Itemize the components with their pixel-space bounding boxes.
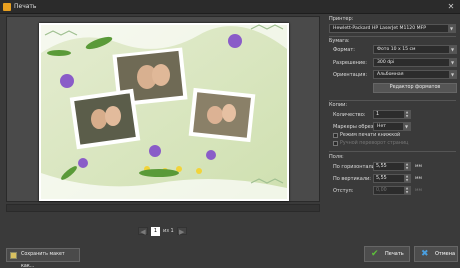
divider xyxy=(329,36,456,37)
format-label: Формат: xyxy=(333,47,355,53)
quantity-value: 1 xyxy=(376,112,380,117)
title-bar: Печать ✕ xyxy=(0,0,460,14)
copies-section-label: Копии: xyxy=(329,102,348,108)
save-layout-icon xyxy=(10,252,17,259)
unit-label: мм xyxy=(415,176,422,181)
settings-panel: Принтер: Hewlett-Packard HP LaserJet M11… xyxy=(327,16,458,242)
crop-marks-value: Нет xyxy=(377,124,386,129)
printer-select[interactable]: Hewlett-Packard HP LaserJet M1120 MFP ▼ xyxy=(329,24,456,33)
chevron-down-icon: ▼ xyxy=(448,25,455,32)
prev-page-icon[interactable]: ◀ xyxy=(138,227,148,236)
resolution-select[interactable]: 300 dpi ▼ xyxy=(373,58,457,67)
horizontal-margin-value: 5,55 xyxy=(376,164,387,169)
print-button[interactable]: ✔ Печать xyxy=(364,246,410,262)
quantity-stepper[interactable]: 1 ▲ ▼ xyxy=(373,110,411,119)
print-preview xyxy=(6,16,320,202)
save-layout-label: Сохранить макет как... xyxy=(21,252,65,268)
vertical-margin-value: 5,55 xyxy=(376,176,387,181)
margins-section-label: Поля: xyxy=(329,154,344,160)
indent-stepper[interactable]: 0,00 ▲ ▼ xyxy=(373,186,411,195)
format-select[interactable]: Фото 10 x 15 см ▼ xyxy=(373,45,457,54)
quantity-label: Количество: xyxy=(333,112,366,118)
checkbox-box[interactable] xyxy=(333,133,338,138)
app-icon xyxy=(3,3,11,11)
spin-arrows-icon[interactable]: ▲ ▼ xyxy=(404,162,410,170)
printer-section-label: Принтер: xyxy=(329,16,354,22)
vertical-margin-stepper[interactable]: 5,55 ▲ ▼ xyxy=(373,174,411,183)
print-label: Печать xyxy=(385,251,404,257)
spin-arrows-icon[interactable]: ▲ ▼ xyxy=(404,110,410,118)
cancel-label: Отмена xyxy=(435,251,456,257)
format-select-value: Фото 10 x 15 см xyxy=(377,47,416,52)
spin-arrows-icon[interactable]: ▲ ▼ xyxy=(404,174,410,182)
page-navigator: ◀ 1 из 1 ▶ xyxy=(138,225,187,237)
book-mode-label: Режим печати книжкой xyxy=(340,133,401,138)
page-count-label: из 1 xyxy=(163,228,174,234)
checkbox-box[interactable] xyxy=(333,141,338,146)
chevron-down-icon: ▼ xyxy=(449,59,456,66)
cancel-button[interactable]: ✖ Отмена xyxy=(414,246,458,262)
crop-marks-select[interactable]: Нет ▼ xyxy=(373,122,411,131)
window-title: Печать xyxy=(14,3,37,10)
chevron-down-icon: ▼ xyxy=(449,71,456,78)
save-layout-button[interactable]: Сохранить макет как... xyxy=(6,248,80,268)
unit-label: мм xyxy=(415,188,422,193)
indent-value: 0,00 xyxy=(376,188,387,193)
orientation-label: Ориентация: xyxy=(333,72,368,78)
resolution-label: Разрешение: xyxy=(333,60,367,66)
horizontal-margin-label: По горизонтали: xyxy=(333,164,377,170)
resolution-select-value: 300 dpi xyxy=(377,60,395,65)
horizontal-margin-stepper[interactable]: 5,55 ▲ ▼ xyxy=(373,162,411,171)
printer-select-value: Hewlett-Packard HP LaserJet M1120 MFP xyxy=(333,26,426,31)
spin-arrows-icon[interactable]: ▲ ▼ xyxy=(404,186,410,194)
checkmark-icon: ✔ xyxy=(371,249,379,259)
page-number-input[interactable]: 1 xyxy=(151,226,160,236)
divider xyxy=(329,151,456,152)
manual-flip-label: Ручной переворот страниц xyxy=(340,141,409,146)
chevron-down-icon: ▼ xyxy=(449,46,456,53)
unit-label: мм xyxy=(415,164,422,169)
vertical-margin-label: По вертикали: xyxy=(333,176,371,182)
close-icon[interactable]: ✕ xyxy=(444,2,458,12)
close-icon: ✖ xyxy=(421,249,429,259)
book-mode-checkbox[interactable]: Режим печати книжкой xyxy=(333,133,400,138)
paper-section-label: Бумага: xyxy=(329,38,350,44)
orientation-select-value: Альбомная xyxy=(377,72,404,77)
next-page-icon[interactable]: ▶ xyxy=(176,227,187,236)
chevron-down-icon: ▼ xyxy=(403,123,410,130)
preview-scrollbar[interactable] xyxy=(6,204,320,212)
preview-page xyxy=(39,23,289,201)
orientation-select[interactable]: Альбомная ▼ xyxy=(373,70,457,79)
format-editor-button[interactable]: Редактор форматов xyxy=(373,83,457,93)
indent-label: Отступ: xyxy=(333,188,354,194)
collage-image xyxy=(41,24,287,199)
manual-flip-checkbox[interactable]: Ручной переворот страниц xyxy=(333,141,408,146)
divider xyxy=(329,100,456,101)
